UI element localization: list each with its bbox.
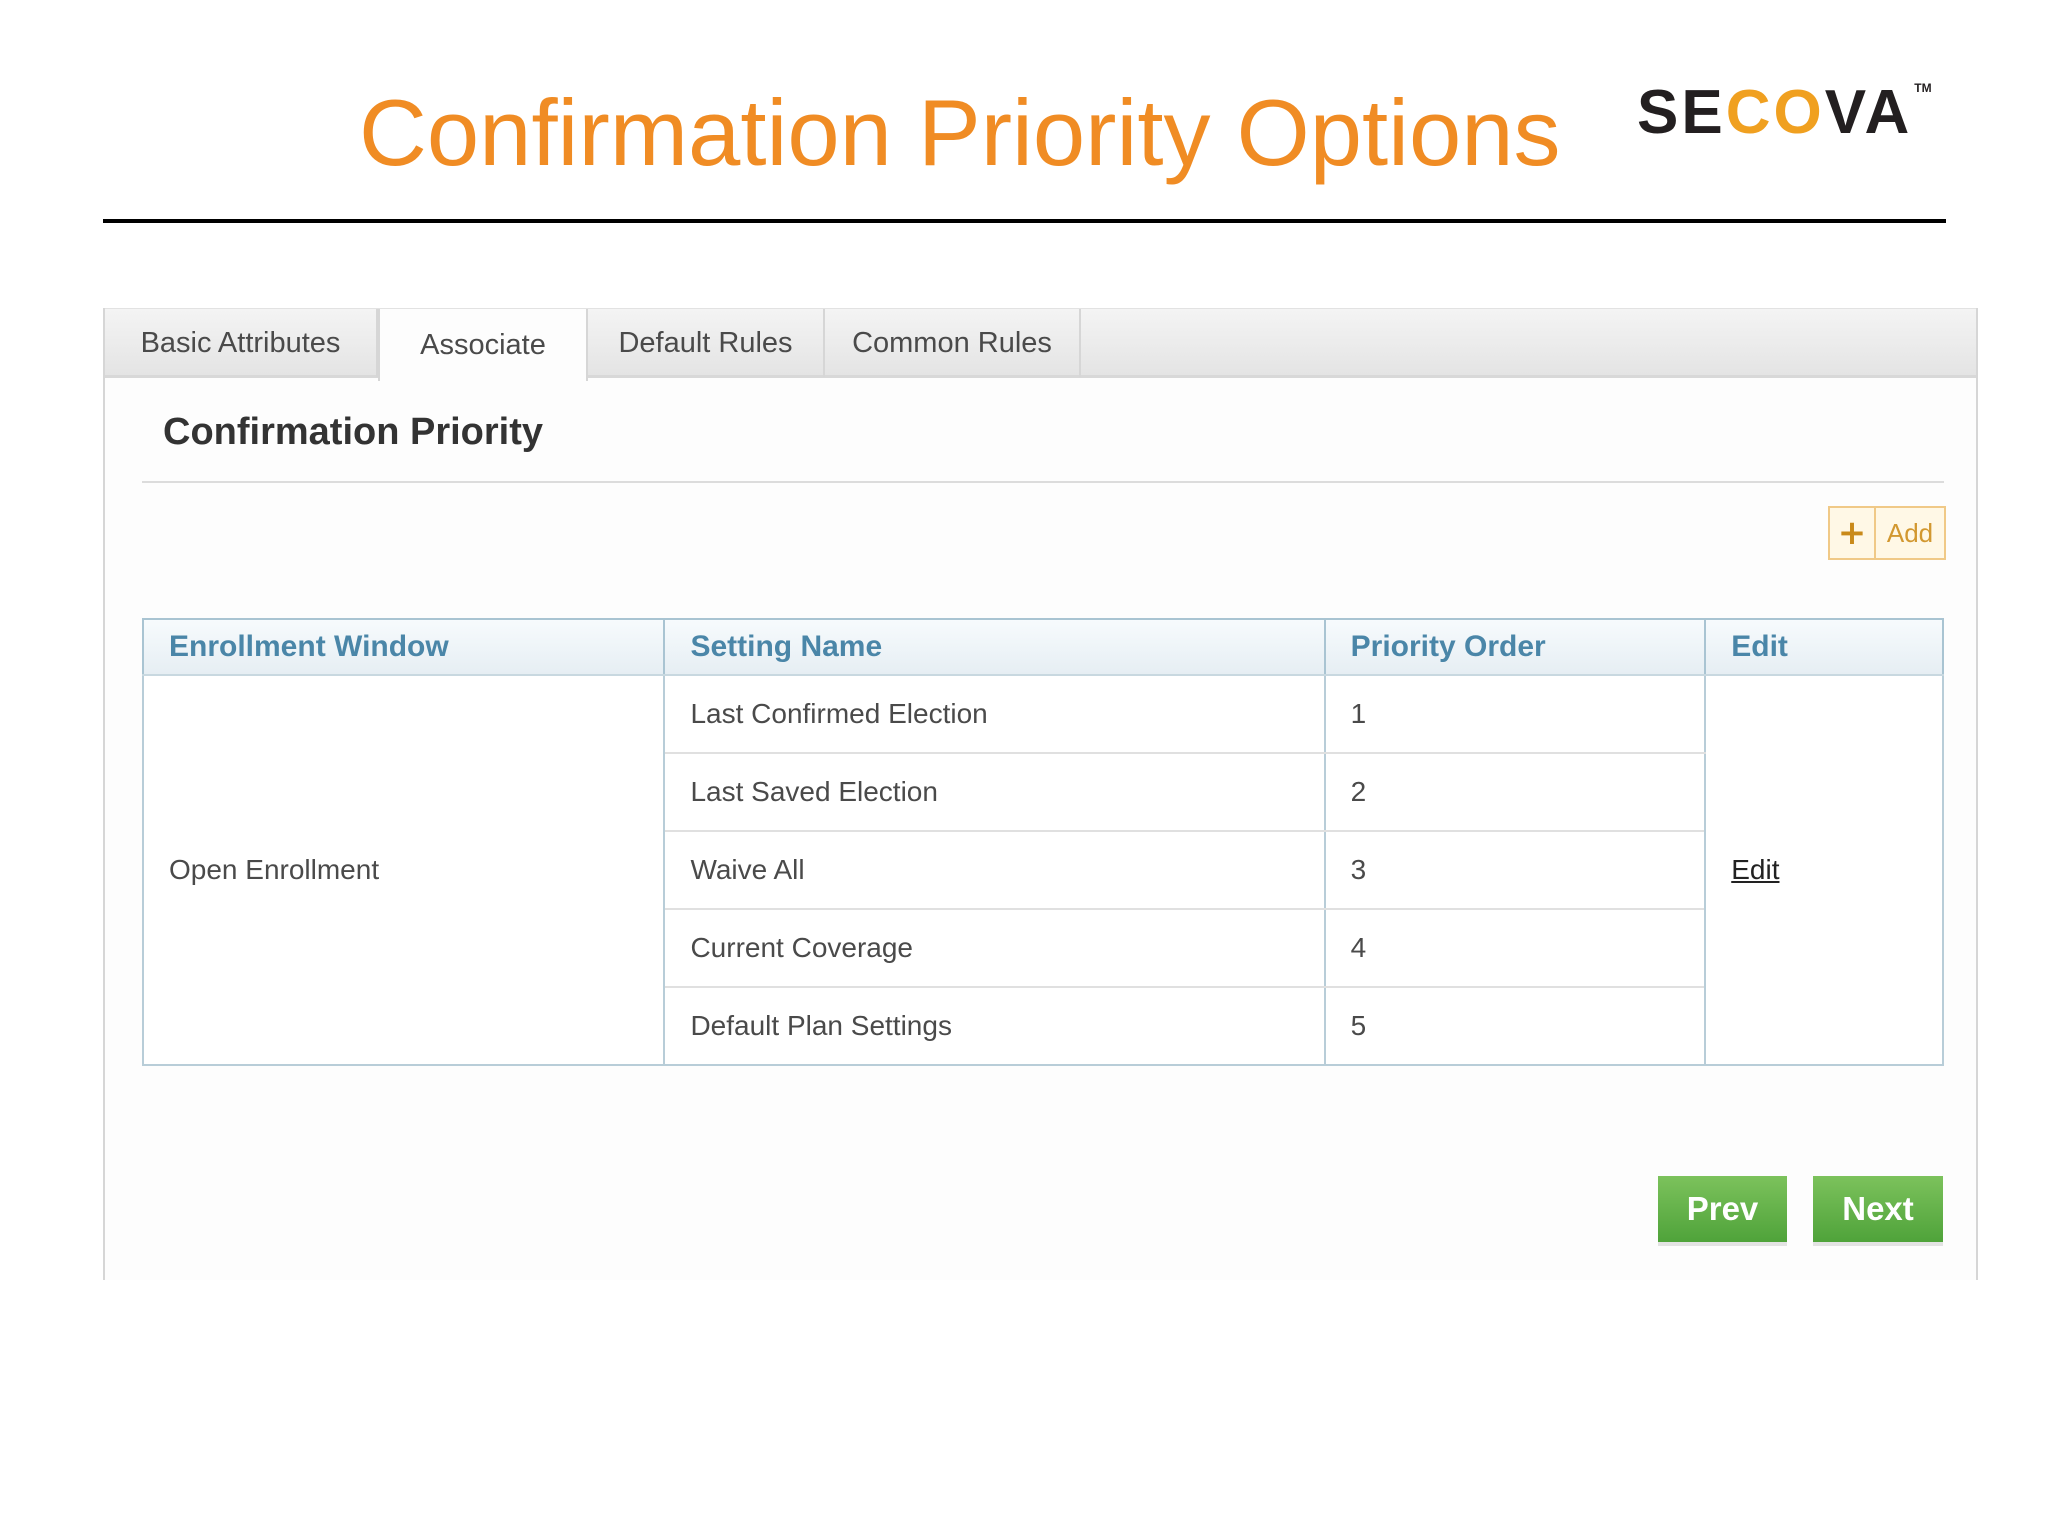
tab-default-rules[interactable]: Default Rules — [588, 309, 825, 377]
setting-name-cell: Default Plan Settings — [663, 987, 1326, 1066]
logo-text-post: VA — [1824, 78, 1913, 147]
tab-common-rules[interactable]: Common Rules — [825, 309, 1081, 377]
priority-order-cell: 3 — [1323, 831, 1707, 910]
next-button[interactable]: Next — [1813, 1176, 1943, 1242]
priority-order-cell: 2 — [1323, 753, 1707, 832]
edit-link[interactable]: Edit — [1731, 854, 1779, 885]
priority-order-cell: 1 — [1323, 675, 1707, 754]
setting-name-cell: Waive All — [663, 831, 1326, 910]
priority-order-cell: 5 — [1323, 987, 1707, 1066]
add-button-label: Add — [1886, 517, 1934, 548]
setting-name-cell: Last Saved Election — [663, 753, 1326, 832]
section-divider — [142, 481, 1944, 483]
tab-associate[interactable]: Associate — [378, 309, 588, 381]
setting-name-cell: Current Coverage — [663, 909, 1326, 988]
setting-name-cell: Last Confirmed Election — [663, 675, 1326, 754]
secova-logo: SECOVA TM — [1637, 82, 1932, 144]
column-header-enrollment-window[interactable]: Enrollment Window — [141, 618, 666, 676]
priority-order-cell: 4 — [1323, 909, 1707, 988]
logo-text-pre: SE — [1637, 78, 1726, 147]
plus-icon: + — [1830, 508, 1876, 558]
content-panel: Basic Attributes Associate Default Rules… — [103, 308, 1978, 1280]
add-button[interactable]: + Add — [1828, 506, 1946, 560]
slide-title: Confirmation Priority Options — [359, 80, 1561, 185]
table-header-row: Enrollment Window Setting Name Priority … — [141, 618, 1944, 676]
title-divider — [103, 219, 1946, 223]
slide: Confirmation Priority Options SECOVA TM B… — [0, 0, 2048, 1536]
tab-bar: Basic Attributes Associate Default Rules… — [105, 308, 1976, 381]
logo-text-accent: CO — [1725, 78, 1825, 147]
table-row: Open Enrollment Last Confirmed Election … — [141, 675, 1944, 1066]
enrollment-window-cell: Open Enrollment — [141, 675, 666, 1066]
priority-table: Enrollment Window Setting Name Priority … — [141, 618, 1944, 1066]
column-header-edit[interactable]: Edit — [1704, 618, 1944, 676]
column-header-priority-order[interactable]: Priority Order — [1323, 618, 1707, 676]
prev-button[interactable]: Prev — [1658, 1176, 1787, 1242]
section-title: Confirmation Priority — [163, 411, 544, 453]
column-header-setting-name[interactable]: Setting Name — [663, 618, 1326, 676]
edit-cell: Edit — [1704, 675, 1944, 1066]
logo-trademark: TM — [1914, 81, 1932, 95]
tab-basic-attributes[interactable]: Basic Attributes — [105, 309, 378, 377]
